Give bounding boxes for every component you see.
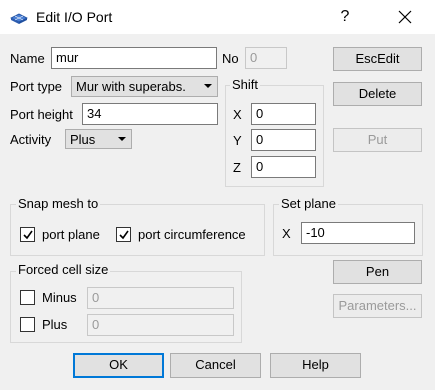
checkmark-icon xyxy=(119,230,129,240)
no-input[interactable]: 0 xyxy=(245,47,287,69)
set-plane-x-label: X xyxy=(282,226,291,241)
port-app-icon xyxy=(9,9,29,25)
shift-z-label: Z xyxy=(233,160,241,175)
minus-checkbox[interactable] xyxy=(20,290,35,305)
port-type-label: Port type xyxy=(10,79,63,94)
port-plane-checkbox[interactable] xyxy=(20,227,35,242)
cancel-button[interactable]: Cancel xyxy=(170,353,261,378)
chevron-down-icon xyxy=(204,84,212,88)
title-help-button[interactable]: ? xyxy=(330,4,360,30)
port-circumference-label: port circumference xyxy=(138,227,246,242)
forced-cell-size-group-title: Forced cell size xyxy=(16,262,111,277)
shift-x-input[interactable]: 0 xyxy=(251,103,316,125)
snap-mesh-group-title: Snap mesh to xyxy=(16,196,101,211)
shift-group-title: Shift xyxy=(230,77,261,92)
plus-checkbox[interactable] xyxy=(20,317,35,332)
escedit-button[interactable]: EscEdit xyxy=(333,47,422,71)
shift-z-input[interactable]: 0 xyxy=(251,156,316,178)
set-plane-group-title: Set plane xyxy=(279,196,338,211)
shift-y-input[interactable]: 0 xyxy=(251,129,316,151)
close-icon xyxy=(398,10,412,24)
set-plane-x-input[interactable]: -10 xyxy=(301,222,415,244)
activity-select[interactable]: Plus xyxy=(65,129,132,149)
activity-label: Activity xyxy=(10,132,52,147)
chevron-down-icon xyxy=(118,137,126,141)
port-plane-label: port plane xyxy=(42,227,100,242)
pen-button[interactable]: Pen xyxy=(333,260,422,284)
minus-input[interactable]: 0 xyxy=(87,287,234,309)
port-height-label: Port height xyxy=(10,107,73,122)
name-label: Name xyxy=(10,51,45,66)
activity-value: Plus xyxy=(70,132,96,147)
checkmark-icon xyxy=(23,230,33,240)
plus-input[interactable]: 0 xyxy=(87,314,234,336)
port-circumference-checkbox[interactable] xyxy=(116,227,131,242)
name-input[interactable]: mur xyxy=(51,47,217,69)
shift-x-label: X xyxy=(233,107,242,122)
ok-button[interactable]: OK xyxy=(73,353,164,378)
port-height-input[interactable]: 34 xyxy=(82,103,218,125)
shift-y-label: Y xyxy=(233,133,242,148)
parameters-button[interactable]: Parameters... xyxy=(333,294,422,318)
delete-button[interactable]: Delete xyxy=(333,82,422,106)
port-type-select[interactable]: Mur with superabs. xyxy=(71,76,218,97)
plus-label: Plus xyxy=(42,317,68,332)
put-button[interactable]: Put xyxy=(333,128,422,152)
port-type-value: Mur with superabs. xyxy=(76,79,186,94)
help-button[interactable]: Help xyxy=(270,353,361,378)
minus-label: Minus xyxy=(42,290,77,305)
close-button[interactable] xyxy=(388,4,422,30)
window-title: Edit I/O Port xyxy=(36,9,113,25)
no-label: No xyxy=(222,51,239,66)
